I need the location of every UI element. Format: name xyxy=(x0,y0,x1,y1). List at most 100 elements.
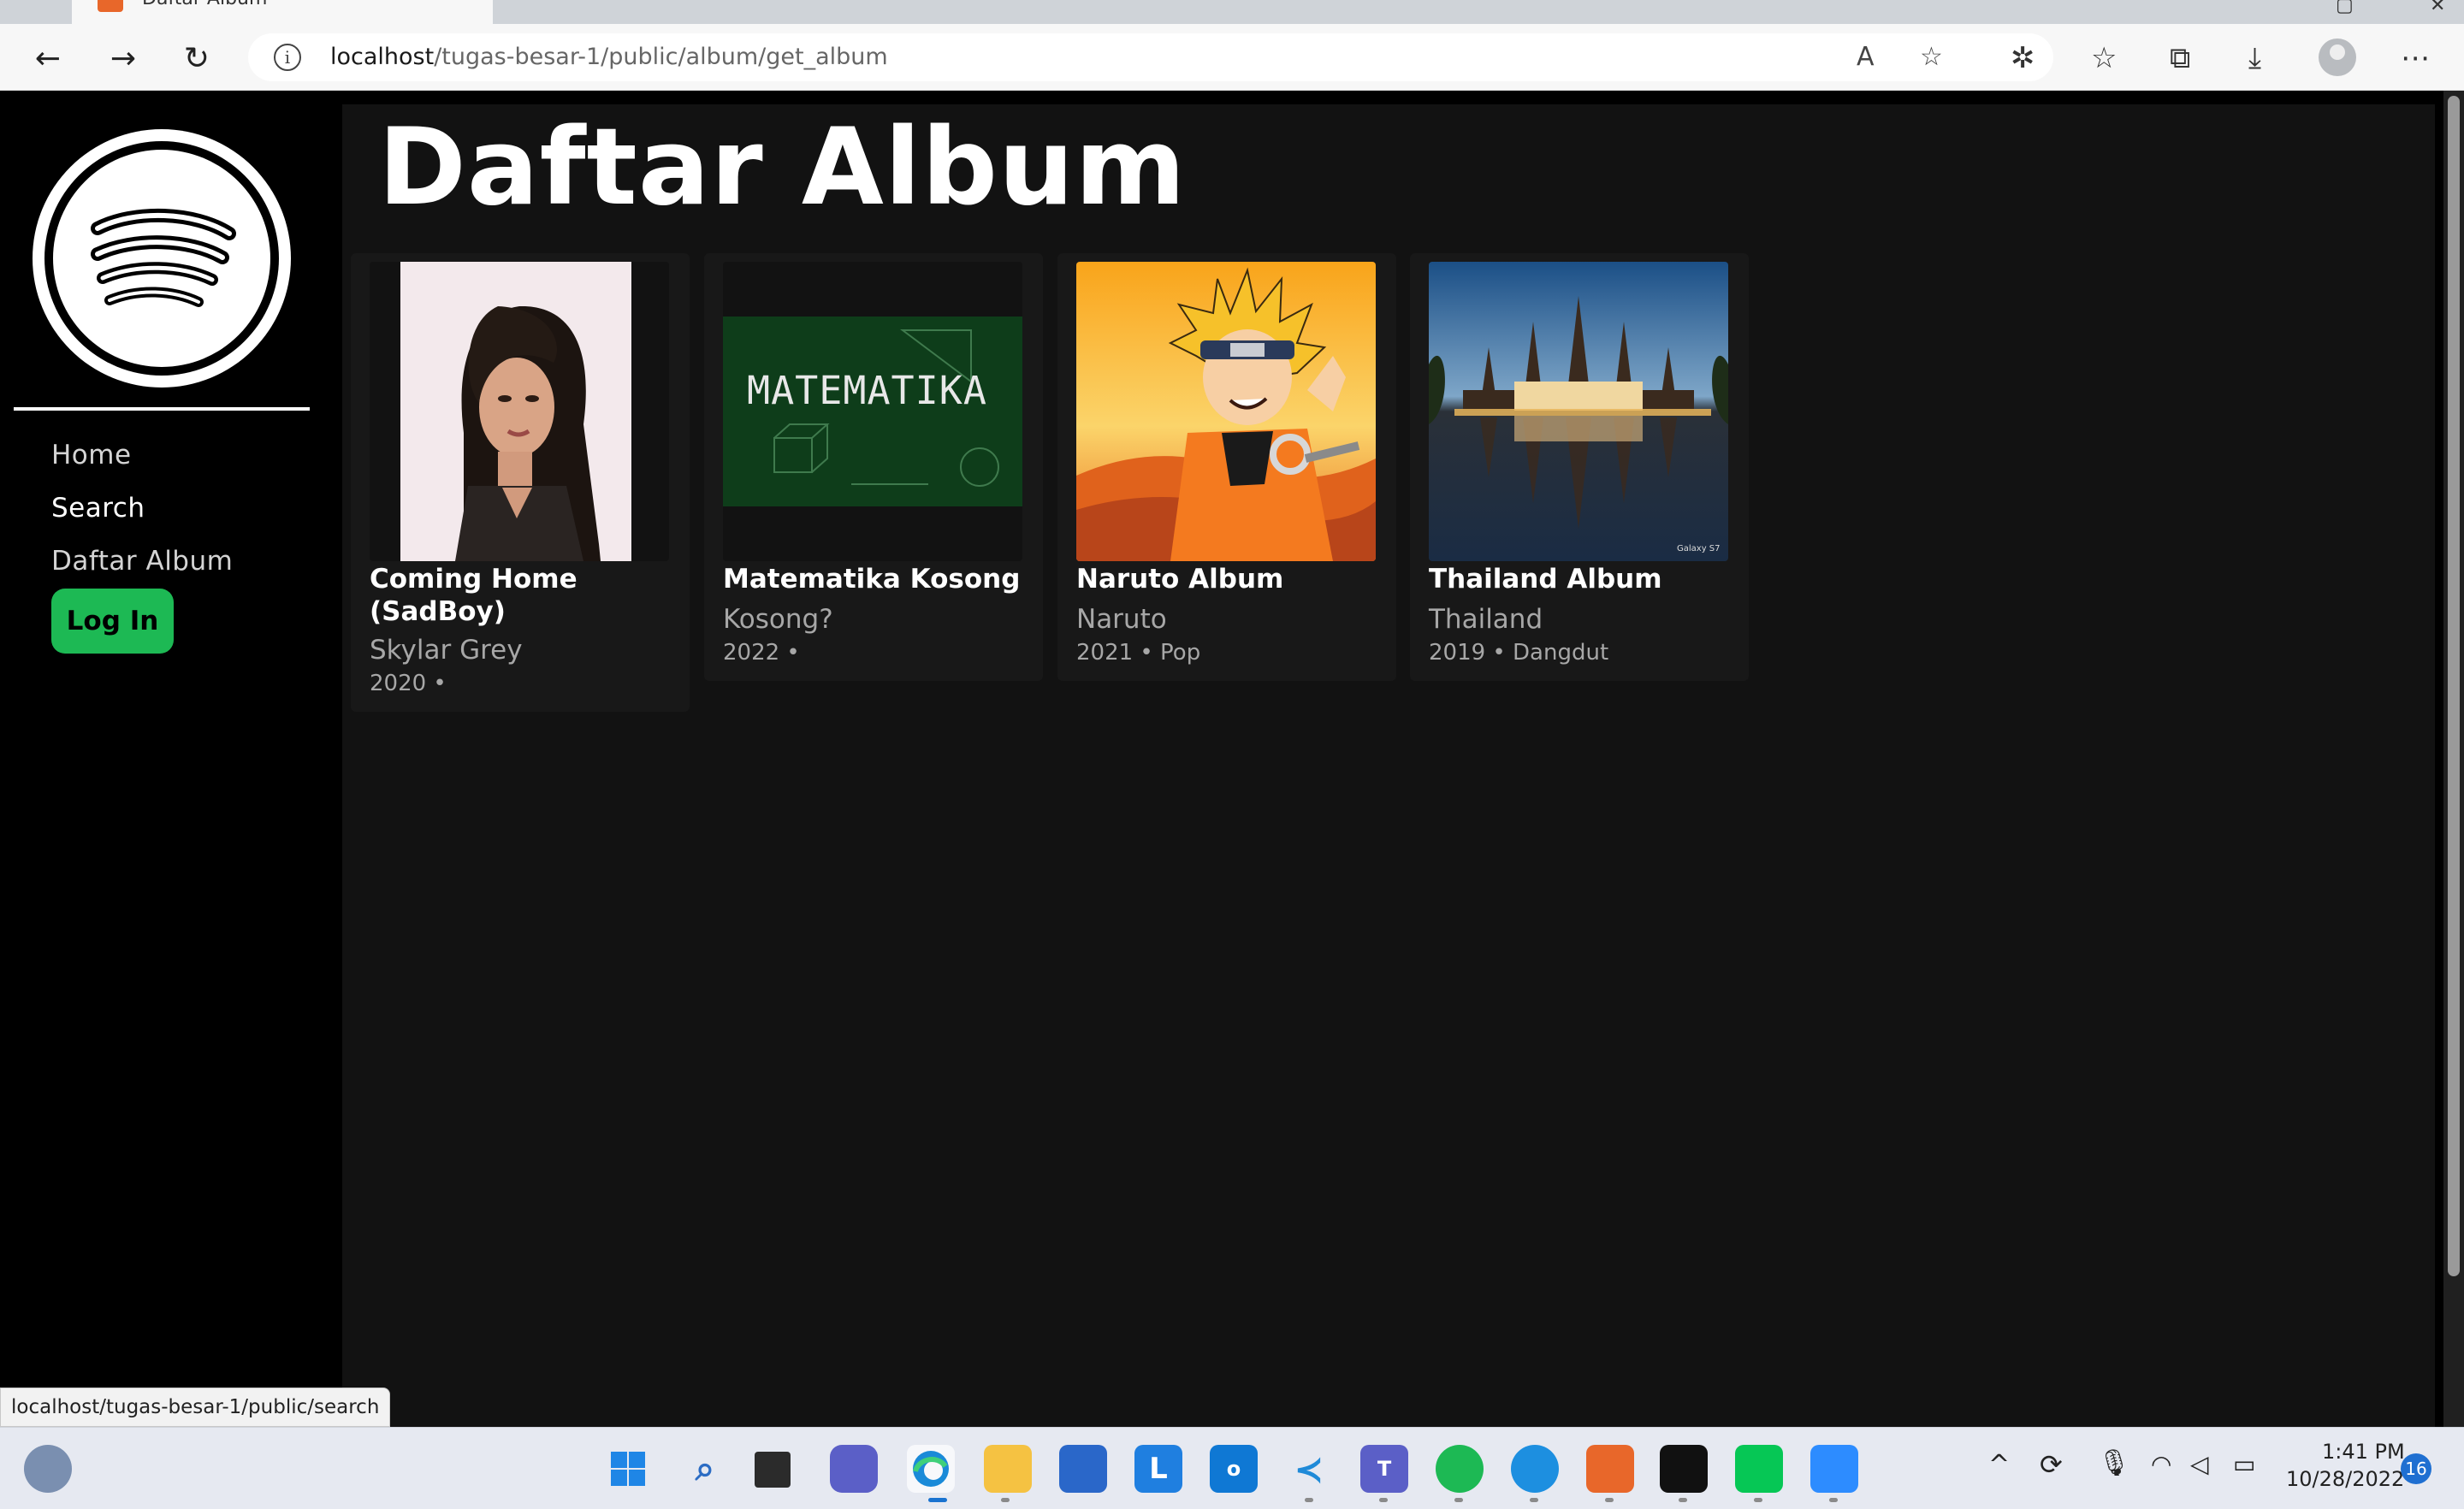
album-meta: 2019 • Dangdut xyxy=(1429,640,1609,666)
sidebar-nav: Home Search Daftar Album xyxy=(51,429,233,588)
running-app-indicator xyxy=(1530,1498,1538,1502)
tray-overflow-icon[interactable]: ^ xyxy=(1988,1450,2010,1480)
url-host: localhost xyxy=(330,44,435,70)
reload-icon[interactable]: ↻ xyxy=(175,36,219,80)
running-app-indicator xyxy=(1001,1498,1010,1502)
sidebar-divider xyxy=(14,407,310,411)
album-meta: 2020 • xyxy=(370,671,447,696)
album-title: Naruto Album xyxy=(1076,564,1284,595)
album-meta: 2021 • Pop xyxy=(1076,640,1201,666)
album-cover-image: Galaxy S7 xyxy=(1429,262,1728,561)
vscode-icon[interactable]: ≺ xyxy=(1285,1445,1333,1493)
url-path: /tugas-besar-1/public/album/get_album xyxy=(434,44,888,70)
read-aloud-icon[interactable]: A xyxy=(1857,42,1875,72)
terminal-icon[interactable] xyxy=(1660,1445,1708,1493)
album-card[interactable]: Coming Home (SadBoy) Skylar Grey 2020 • xyxy=(351,253,690,712)
album-artist: Naruto xyxy=(1076,604,1167,635)
album-title: Coming Home (SadBoy) xyxy=(370,564,578,627)
close-window-icon[interactable]: ✕ xyxy=(2430,0,2445,16)
album-artist: Thailand xyxy=(1429,604,1543,635)
album-title: Matematika Kosong xyxy=(723,564,1021,595)
back-arrow-icon[interactable]: ← xyxy=(26,36,70,80)
zoom-icon[interactable] xyxy=(1810,1445,1858,1493)
album-cover-image xyxy=(370,262,669,561)
sidebar-item-search[interactable]: Search xyxy=(51,482,233,535)
sidebar-item-daftar-album[interactable]: Daftar Album xyxy=(51,535,233,588)
downloads-icon[interactable]: ⤓ xyxy=(2248,41,2261,75)
running-app-indicator xyxy=(1305,1498,1313,1502)
favorites-icon[interactable]: ☆ xyxy=(2091,41,2117,75)
more-menu-icon[interactable]: ⋯ xyxy=(2401,41,2430,75)
file-explorer-icon[interactable] xyxy=(984,1445,1032,1493)
album-card[interactable]: MATEMATIKA Matematika Kosong Kosong? 202… xyxy=(704,253,1043,681)
edge-browser-icon[interactable] xyxy=(907,1445,955,1493)
clock-date[interactable]: 10/28/2022 xyxy=(2286,1467,2404,1491)
cover-chalk-text: MATEMATIKA xyxy=(747,368,987,413)
weather-widget-icon[interactable] xyxy=(24,1445,72,1493)
main-content: Daftar Album Coming Home (SadBoy) Skylar… xyxy=(342,104,2435,1427)
logo-disc xyxy=(53,150,270,367)
start-button-icon[interactable] xyxy=(604,1445,652,1493)
spotify-app-icon[interactable] xyxy=(1436,1445,1484,1493)
logo-ring xyxy=(44,141,279,376)
microphone-icon[interactable]: 🎙 xyxy=(2098,1448,2130,1478)
battery-icon[interactable]: ▭ xyxy=(2233,1450,2255,1478)
clock-time[interactable]: 1:41 PM xyxy=(2322,1440,2405,1464)
logo-waves-icon xyxy=(91,208,236,307)
running-app-indicator xyxy=(1454,1498,1463,1502)
task-view-icon[interactable] xyxy=(755,1452,791,1488)
sidebar: Home Search Daftar Album Log In xyxy=(0,91,342,1427)
browser-toolbar: ← → ↻ i localhost/tugas-besar-1/public/a… xyxy=(0,24,2464,91)
album-cover-image: MATEMATIKA xyxy=(723,262,1022,561)
album-meta: 2022 • xyxy=(723,640,800,666)
page-scrollbar-thumb[interactable] xyxy=(2448,96,2460,1276)
running-app-indicator xyxy=(1379,1498,1388,1502)
line-icon[interactable] xyxy=(1735,1445,1783,1493)
teams-icon[interactable]: T xyxy=(1360,1445,1408,1493)
album-title: Thailand Album xyxy=(1429,564,1662,595)
link-status-url: localhost/tugas-besar-1/public/search xyxy=(0,1388,391,1427)
collections-icon[interactable]: ⧉ xyxy=(2170,41,2190,75)
outlook-icon[interactable]: o xyxy=(1210,1445,1258,1493)
browser-tab[interactable]: Daftar Album xyxy=(72,0,493,24)
xampp-favicon-icon xyxy=(98,0,123,12)
chat-icon[interactable] xyxy=(830,1445,878,1493)
portrait-cover-art xyxy=(370,262,669,561)
album-card[interactable]: Naruto Album Naruto 2021 • Pop xyxy=(1057,253,1396,681)
restore-window-icon[interactable]: ▢ xyxy=(2336,0,2354,16)
notification-badge[interactable]: 16 xyxy=(2401,1453,2431,1484)
extensions-icon[interactable]: ✲ xyxy=(2011,41,2035,75)
site-info-icon[interactable]: i xyxy=(274,44,301,71)
running-app-indicator xyxy=(1679,1498,1687,1502)
anime-cover-art xyxy=(1076,262,1376,561)
wifi-icon[interactable]: ◠ xyxy=(2151,1450,2171,1478)
volume-icon[interactable]: ◁ xyxy=(2190,1450,2209,1478)
active-app-indicator xyxy=(928,1498,947,1502)
running-app-indicator xyxy=(1754,1498,1762,1502)
address-bar[interactable]: i localhost/tugas-besar-1/public/album/g… xyxy=(248,33,2053,81)
sidebar-item-home[interactable]: Home xyxy=(51,429,233,482)
add-favorite-icon[interactable]: ☆ xyxy=(1920,42,1943,72)
cover-watermark: Galaxy S7 xyxy=(1677,544,1721,553)
docker-icon[interactable] xyxy=(1511,1445,1559,1493)
search-icon[interactable]: ⌕ xyxy=(681,1445,729,1493)
temple-cover-art xyxy=(1429,262,1728,561)
page-title: Daftar Album xyxy=(378,106,1187,229)
tab-title: Daftar Album xyxy=(142,0,267,9)
profile-avatar[interactable] xyxy=(2319,38,2356,76)
album-artist: Skylar Grey xyxy=(370,635,523,666)
address-url[interactable]: localhost/tugas-besar-1/public/album/get… xyxy=(330,44,888,70)
running-app-indicator xyxy=(1605,1498,1614,1502)
login-button[interactable]: Log In xyxy=(51,589,174,654)
windows-taskbar: ⌕ L o ≺ T ^ ⟳ 🎙 ◠ ◁ ▭ 1:41 PM 10/28/2022… xyxy=(0,1427,2464,1509)
spotify-logo-icon[interactable] xyxy=(33,129,291,388)
store-icon[interactable] xyxy=(1059,1445,1107,1493)
sync-icon[interactable]: ⟳ xyxy=(2040,1448,2063,1481)
app-l-icon[interactable]: L xyxy=(1134,1445,1182,1493)
album-card[interactable]: Galaxy S7 Thailand Album Thailand 2019 •… xyxy=(1410,253,1749,681)
forward-arrow-icon[interactable]: → xyxy=(101,36,145,80)
album-cover-image xyxy=(1076,262,1376,561)
running-app-indicator xyxy=(1829,1498,1838,1502)
page-viewport: Home Search Daftar Album Log In Daftar A… xyxy=(0,91,2464,1427)
xampp-icon[interactable] xyxy=(1586,1445,1634,1493)
